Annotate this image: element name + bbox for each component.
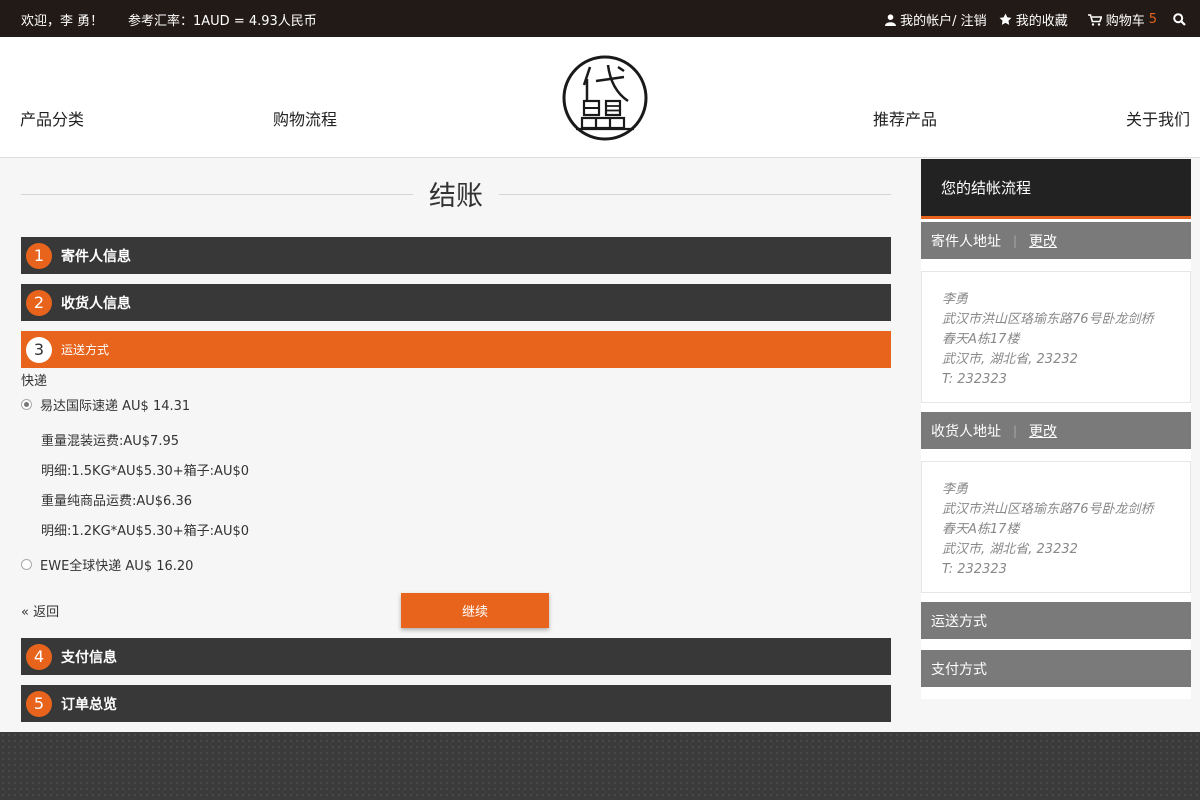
step-number: 3: [26, 336, 52, 363]
separator: |: [1013, 423, 1018, 438]
site-logo[interactable]: [562, 55, 648, 141]
address-line: 李勇: [942, 482, 969, 497]
site-header: 产品分类 购物流程 推荐产品 关于我们: [0, 37, 1200, 158]
favorites-link-label: 我的收藏: [1015, 14, 1068, 29]
step-shipping-method[interactable]: 3 运送方式: [21, 331, 891, 368]
sidebar-payment-section: 支付方式: [921, 650, 1191, 687]
receiver-address-block: 李勇 武汉市洪山区珞瑜东路76号卧龙剑桥 春天A栋17楼 武汉市, 湖北省, 2…: [921, 461, 1191, 593]
shipping-option-label: 易达国际速递 AU$ 14.31: [40, 399, 191, 414]
address-line: 李勇: [942, 292, 969, 307]
search-button[interactable]: [1173, 13, 1186, 26]
shipping-group-label: 快递: [21, 374, 48, 389]
nav-shopping-process[interactable]: 购物流程: [273, 106, 337, 130]
star-icon: [999, 13, 1012, 25]
cart-icon: [1087, 13, 1102, 26]
radio-button[interactable]: [21, 399, 32, 410]
address-line: 春天A栋17楼: [942, 522, 1020, 537]
shipping-option-label: EWE全球快递 AU$ 16.20: [40, 559, 194, 574]
continue-button[interactable]: 继续: [401, 593, 549, 628]
title-divider-right: [499, 194, 891, 195]
shipping-option-yida[interactable]: 易达国际速递 AU$ 14.31: [21, 395, 190, 414]
sidebar-sender-section: 寄件人地址 | 更改: [921, 222, 1191, 259]
favorites-link[interactable]: 我的收藏: [999, 10, 1068, 29]
step-sender-info[interactable]: 1 寄件人信息: [21, 237, 891, 274]
world-map-pattern: [0, 732, 1200, 800]
search-icon: [1173, 13, 1186, 26]
step-payment-info[interactable]: 4 支付信息: [21, 638, 891, 675]
user-icon: [885, 13, 897, 26]
address-line: 武汉市, 湖北省, 23232: [942, 352, 1078, 367]
top-bar: 欢迎，李 勇！ 参考汇率：1AUD = 4.93人民币 我的帐户/ 注销 我的收…: [0, 0, 1200, 37]
address-line: 武汉市洪山区珞瑜东路76号卧龙剑桥: [942, 502, 1154, 517]
account-link[interactable]: 我的帐户/ 注销: [885, 10, 987, 29]
sender-address-block: 李勇 武汉市洪山区珞瑜东路76号卧龙剑桥 春天A栋17楼 武汉市, 湖北省, 2…: [921, 271, 1191, 403]
nav-categories[interactable]: 产品分类: [20, 106, 84, 130]
sidebar-receiver-section: 收货人地址 | 更改: [921, 412, 1191, 449]
step-label: 收货人信息: [61, 295, 131, 312]
address-line: T: 232323: [942, 562, 1007, 577]
sidebar-section-label: 支付方式: [931, 661, 987, 678]
step-order-review[interactable]: 5 订单总览: [21, 685, 891, 722]
account-link-label: 我的帐户/ 注销: [900, 14, 987, 29]
address-line: 武汉市, 湖北省, 23232: [942, 542, 1078, 557]
nav-about[interactable]: 关于我们: [1126, 106, 1190, 130]
step-label: 运送方式: [61, 343, 110, 357]
welcome-text: 欢迎，李 勇！: [21, 14, 104, 29]
top-links: 我的帐户/ 注销 我的收藏 购物车 5: [873, 10, 1186, 29]
site-footer: [0, 732, 1200, 800]
step-label: 寄件人信息: [61, 248, 131, 265]
sidebar-shipping-section: 运送方式: [921, 602, 1191, 639]
sidebar-section-label: 收货人地址: [931, 423, 1001, 440]
step-number: 4: [26, 643, 52, 670]
nav-recommended[interactable]: 推荐产品: [873, 106, 937, 130]
checkout-progress-sidebar: 您的结帐流程 寄件人地址 | 更改 李勇 武汉市洪山区珞瑜东路76号卧龙剑桥 春…: [921, 159, 1191, 699]
cart-link[interactable]: 购物车 5: [1087, 10, 1157, 29]
sidebar-title: 您的结帐流程: [921, 159, 1191, 219]
change-sender-link[interactable]: 更改: [1029, 231, 1057, 251]
radio-button[interactable]: [21, 559, 32, 570]
step-label: 支付信息: [61, 649, 117, 666]
cart-label: 购物车: [1105, 14, 1145, 29]
shipping-detail: 明细:1.2KG*AU$5.30+箱子:AU$0: [41, 524, 250, 539]
address-line: 武汉市洪山区珞瑜东路76号卧龙剑桥: [942, 312, 1154, 327]
cart-count-badge: 5: [1148, 12, 1157, 27]
address-line: T: 232323: [942, 372, 1007, 387]
shipping-option-ewe[interactable]: EWE全球快递 AU$ 16.20: [21, 555, 193, 574]
step-number: 5: [26, 690, 52, 717]
change-receiver-link[interactable]: 更改: [1029, 421, 1057, 441]
address-line: 春天A栋17楼: [942, 332, 1020, 347]
step-number: 1: [26, 242, 52, 269]
page-title-area: 结账: [21, 174, 891, 214]
exchange-rate: 参考汇率：1AUD = 4.93人民币: [128, 14, 317, 29]
step-receiver-info[interactable]: 2 收货人信息: [21, 284, 891, 321]
shipping-detail: 重量纯商品运费:AU$6.36: [41, 494, 193, 509]
back-link[interactable]: « 返回: [21, 601, 59, 620]
step-label: 订单总览: [61, 696, 117, 713]
shipping-detail: 重量混装运费:AU$7.95: [41, 434, 180, 449]
sidebar-section-label: 寄件人地址: [931, 233, 1001, 250]
step-number: 2: [26, 289, 52, 316]
shipping-detail: 明细:1.5KG*AU$5.30+箱子:AU$0: [41, 464, 250, 479]
sidebar-section-label: 运送方式: [931, 613, 987, 630]
separator: |: [1013, 233, 1018, 248]
